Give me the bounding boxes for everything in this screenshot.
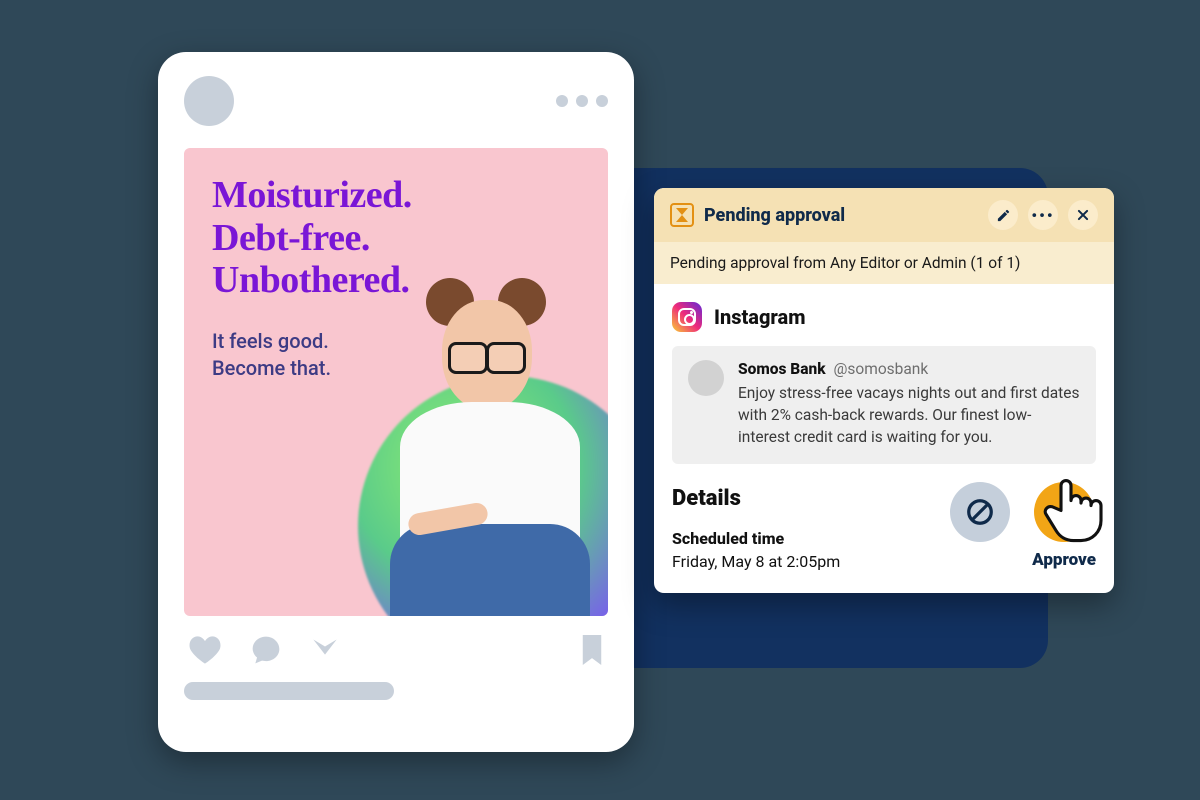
- more-dots-icon[interactable]: [556, 95, 608, 107]
- approval-title: Pending approval: [704, 205, 845, 226]
- edit-button[interactable]: [988, 200, 1018, 230]
- network-label: Instagram: [714, 305, 806, 329]
- headline-line: Debt-free.: [212, 217, 412, 260]
- heart-icon[interactable]: [188, 635, 222, 665]
- hourglass-icon: [670, 203, 694, 227]
- post-image: Moisturized. Debt-free. Unbothered. It f…: [184, 148, 608, 616]
- post-subhead: It feels good. Become that.: [212, 328, 331, 382]
- preview-caption: Enjoy stress-free vacays nights out and …: [738, 382, 1080, 448]
- social-post-card: Moisturized. Debt-free. Unbothered. It f…: [158, 52, 634, 752]
- headline-line: Moisturized.: [212, 174, 412, 217]
- post-header: [184, 76, 608, 126]
- comment-icon[interactable]: [250, 634, 282, 666]
- instagram-icon: [672, 302, 702, 332]
- approval-panel: Pending approval ••• Pending approval fr…: [654, 188, 1114, 593]
- reject-button[interactable]: [950, 482, 1010, 542]
- share-icon[interactable]: [310, 636, 340, 664]
- approval-subtext: Pending approval from Any Editor or Admi…: [654, 242, 1114, 284]
- scheduled-label: Scheduled time: [672, 529, 840, 548]
- post-preview: Somos Bank @somosbank Enjoy stress-free …: [672, 346, 1096, 464]
- more-button[interactable]: •••: [1028, 200, 1058, 230]
- approve-button[interactable]: [1034, 482, 1094, 542]
- scheduled-value: Friday, May 8 at 2:05pm: [672, 552, 840, 571]
- sub-line: Become that.: [212, 355, 331, 382]
- network-row: Instagram: [672, 302, 1096, 332]
- post-actions: [184, 634, 608, 666]
- details-heading: Details: [672, 486, 840, 511]
- person-illustration: [380, 276, 600, 616]
- close-button[interactable]: [1068, 200, 1098, 230]
- caption-placeholder: [184, 682, 394, 700]
- sub-line: It feels good.: [212, 328, 331, 355]
- preview-avatar: [688, 360, 724, 396]
- account-name: Somos Bank: [738, 360, 826, 378]
- avatar: [184, 76, 234, 126]
- approval-header: Pending approval •••: [654, 188, 1114, 242]
- bookmark-icon[interactable]: [580, 635, 604, 665]
- approve-label: Approve: [1032, 550, 1096, 570]
- account-handle: @somosbank: [833, 360, 928, 378]
